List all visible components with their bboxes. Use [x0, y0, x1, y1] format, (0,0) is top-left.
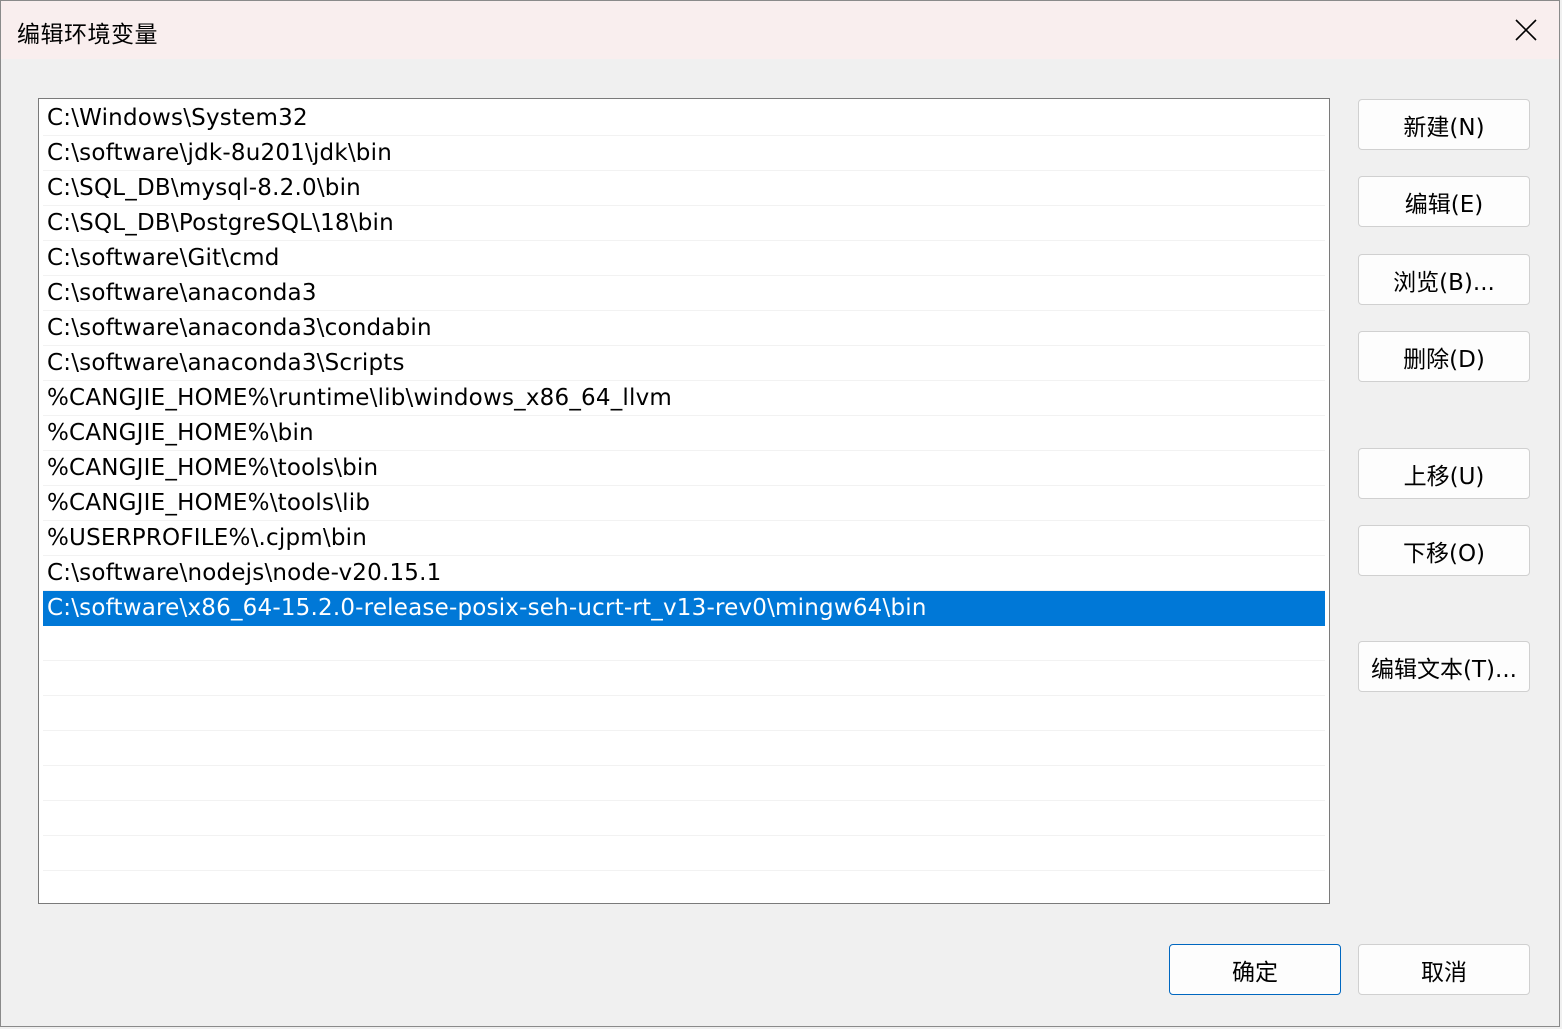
edit-env-var-dialog: 编辑环境变量 C:\Windows\System32 C:\software\jd…: [0, 0, 1560, 1027]
path-list-item[interactable]: C:\SQL_DB\mysql-8.2.0\bin: [43, 171, 1325, 206]
path-list-item[interactable]: C:\software\nodejs\node-v20.15.1: [43, 556, 1325, 591]
close-button[interactable]: [1493, 1, 1559, 59]
close-icon: [1515, 19, 1537, 41]
empty-list-row[interactable]: [43, 871, 1325, 903]
dialog-title: 编辑环境变量: [17, 22, 158, 48]
new-button[interactable]: 新建(N): [1358, 99, 1530, 150]
path-list-item[interactable]: %CANGJIE_HOME%\tools\bin: [43, 451, 1325, 486]
path-list-item[interactable]: C:\software\anaconda3\Scripts: [43, 346, 1325, 381]
path-list-item[interactable]: %CANGJIE_HOME%\runtime\lib\windows_x86_6…: [43, 381, 1325, 416]
empty-list-row[interactable]: [43, 836, 1325, 871]
path-list-item[interactable]: %USERPROFILE%\.cjpm\bin: [43, 521, 1325, 556]
empty-list-row[interactable]: [43, 661, 1325, 696]
edit-button[interactable]: 编辑(E): [1358, 176, 1530, 227]
empty-list-row[interactable]: [43, 731, 1325, 766]
path-list-item[interactable]: C:\software\jdk-8u201\jdk\bin: [43, 136, 1325, 171]
path-list-item[interactable]: C:\software\anaconda3: [43, 276, 1325, 311]
delete-button[interactable]: 删除(D): [1358, 331, 1530, 382]
path-list-item[interactable]: %CANGJIE_HOME%\tools\lib: [43, 486, 1325, 521]
path-list-item[interactable]: %CANGJIE_HOME%\bin: [43, 416, 1325, 451]
edit-text-button[interactable]: 编辑文本(T)...: [1358, 641, 1530, 692]
empty-list-row[interactable]: [43, 626, 1325, 661]
empty-list-row[interactable]: [43, 696, 1325, 731]
path-list-item[interactable]: C:\Windows\System32: [43, 101, 1325, 136]
ok-button[interactable]: 确定: [1169, 944, 1341, 995]
path-list[interactable]: C:\Windows\System32 C:\software\jdk-8u201…: [38, 98, 1330, 904]
path-list-item[interactable]: C:\software\x86_64-15.2.0-release-posix-…: [43, 591, 1325, 626]
move-down-button[interactable]: 下移(O): [1358, 525, 1530, 576]
cancel-button[interactable]: 取消: [1358, 944, 1530, 995]
browse-button[interactable]: 浏览(B)...: [1358, 254, 1530, 305]
path-list-item[interactable]: C:\software\Git\cmd: [43, 241, 1325, 276]
move-up-button[interactable]: 上移(U): [1358, 448, 1530, 499]
empty-list-row[interactable]: [43, 766, 1325, 801]
title-bar: 编辑环境变量: [1, 1, 1559, 59]
path-list-item[interactable]: C:\SQL_DB\PostgreSQL\18\bin: [43, 206, 1325, 241]
path-list-item[interactable]: C:\software\anaconda3\condabin: [43, 311, 1325, 346]
empty-list-row[interactable]: [43, 801, 1325, 836]
